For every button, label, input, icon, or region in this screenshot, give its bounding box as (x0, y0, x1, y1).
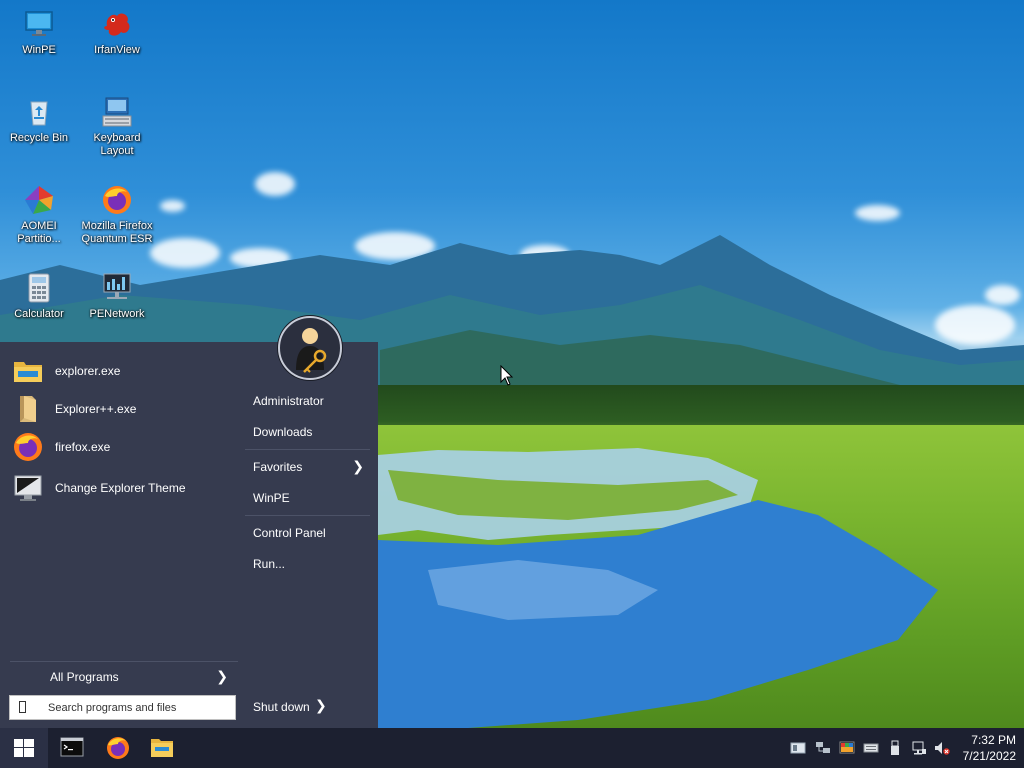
desktop-icon-label: Recycle Bin (9, 132, 69, 144)
program-item-change-explorer-theme[interactable]: Change Explorer Theme (8, 470, 236, 506)
program-item-explorerplusplus[interactable]: Explorer++.exe (8, 391, 236, 427)
network-icon (101, 272, 133, 304)
places-item-label: WinPE (253, 491, 290, 505)
desktop-icon-calculator[interactable]: Calculator (0, 272, 78, 321)
irfanview-icon (101, 8, 133, 40)
desktop-icon-label: Calculator (14, 308, 64, 320)
desktop-icon-recycle-bin[interactable]: Recycle Bin (0, 96, 78, 145)
network-tray-icon[interactable] (815, 740, 831, 756)
clock-date: 7/21/2022 (962, 749, 1016, 763)
chevron-right-icon: ❯ (315, 697, 327, 713)
command-prompt-icon (60, 737, 84, 757)
all-programs-label: All Programs (50, 670, 119, 684)
start-menu-programs-pane: explorer.exe Explorer++.exe firefox.exe … (0, 342, 240, 728)
places-item-label: Run... (253, 557, 286, 571)
start-menu: explorer.exe Explorer++.exe firefox.exe … (0, 342, 378, 728)
keyboard-tray-icon[interactable] (863, 740, 879, 756)
firefox-icon (107, 737, 129, 759)
taskbar: 7:32 PM 7/21/2022 (0, 728, 1024, 768)
search-icon (19, 701, 26, 713)
taskbar-command-prompt[interactable] (50, 728, 94, 768)
windows-logo-icon (14, 739, 34, 757)
search-box[interactable] (9, 695, 236, 720)
volume-muted-icon[interactable] (934, 740, 950, 756)
firefox-icon (101, 184, 133, 216)
desktop-icon-firefox[interactable]: Mozilla Firefox Quantum ESR (78, 184, 156, 246)
desktop-icon-label: PENetwork (89, 308, 145, 320)
desktop-icon-keyboard-layout[interactable]: Keyboard Layout (78, 96, 156, 158)
separator (10, 661, 238, 662)
places-item-winpe[interactable]: WinPE (245, 484, 370, 512)
desktop-icon-winpe[interactable]: WinPE (0, 8, 78, 57)
places-item-favorites[interactable]: Favorites ❯ (245, 453, 370, 481)
chevron-right-icon: ❯ (216, 668, 228, 684)
clock-time: 7:32 PM (971, 733, 1016, 747)
folder-icon (12, 393, 44, 425)
desktop-icon-label: IrfanView (94, 44, 140, 56)
places-item-administrator[interactable]: Administrator (245, 387, 370, 415)
calculator-icon (23, 272, 55, 304)
desktop-icon-label: Mozilla Firefox Quantum ESR (81, 220, 153, 245)
places-item-label: Administrator (253, 394, 324, 408)
program-item-explorer[interactable]: explorer.exe (8, 353, 236, 389)
search-input[interactable] (46, 699, 230, 717)
file-explorer-icon (151, 739, 173, 757)
places-item-control-panel[interactable]: Control Panel (245, 519, 370, 547)
desktop-icon-aomei-partition[interactable]: AOMEI Partitio... (0, 184, 78, 246)
recycle-bin-icon (23, 96, 55, 128)
firefox-icon (12, 431, 44, 463)
keyboard-icon (101, 96, 133, 128)
taskbar-file-explorer[interactable] (140, 728, 184, 768)
places-item-label: Downloads (253, 425, 313, 439)
monitor-icon (23, 8, 55, 40)
program-item-firefox[interactable]: firefox.exe (8, 429, 236, 465)
places-item-label: Control Panel (253, 526, 326, 540)
mouse-cursor (500, 364, 514, 392)
desktop-icon-irfanview[interactable]: IrfanView (78, 8, 156, 57)
program-item-label: Explorer++.exe (55, 402, 137, 416)
shutdown-button[interactable]: Shut down ❯ (245, 696, 335, 718)
monitor-icon (12, 472, 44, 504)
places-item-run[interactable]: Run... (245, 550, 370, 578)
separator (245, 449, 370, 450)
usb-icon[interactable] (887, 740, 903, 756)
network-connection-icon[interactable] (911, 740, 927, 756)
desktop-icon-label: AOMEI Partitio... (17, 220, 61, 245)
separator (245, 515, 370, 516)
desktop-icon-label: WinPE (22, 44, 56, 56)
show-desktop-icon[interactable] (790, 740, 806, 756)
program-item-label: firefox.exe (55, 440, 111, 454)
taskbar-firefox[interactable] (96, 728, 140, 768)
program-item-label: explorer.exe (55, 364, 121, 378)
clock[interactable]: 7:32 PM 7/21/2022 (952, 732, 1016, 764)
places-item-downloads[interactable]: Downloads (245, 418, 370, 446)
desktop-icon-penetwork[interactable]: PENetwork (78, 272, 156, 321)
user-avatar[interactable] (278, 316, 342, 380)
aomei-partition-icon (23, 184, 55, 216)
places-item-label: Favorites (253, 460, 303, 474)
program-item-label: Change Explorer Theme (55, 481, 186, 495)
all-programs-button[interactable]: All Programs ❯ (8, 666, 236, 688)
start-menu-places-pane: Administrator Downloads Favorites ❯ WinP… (240, 342, 378, 728)
chevron-right-icon: ❯ (352, 458, 364, 474)
shutdown-label: Shut down (253, 700, 310, 714)
folder-icon (12, 355, 44, 387)
desktop-icon-label: Keyboard Layout (93, 132, 141, 157)
display-color-icon[interactable] (839, 740, 855, 756)
desktop: WinPE IrfanView Recycle Bin Keyboard Lay… (0, 0, 1024, 768)
user-key-icon (296, 328, 327, 373)
start-button[interactable] (0, 728, 48, 768)
